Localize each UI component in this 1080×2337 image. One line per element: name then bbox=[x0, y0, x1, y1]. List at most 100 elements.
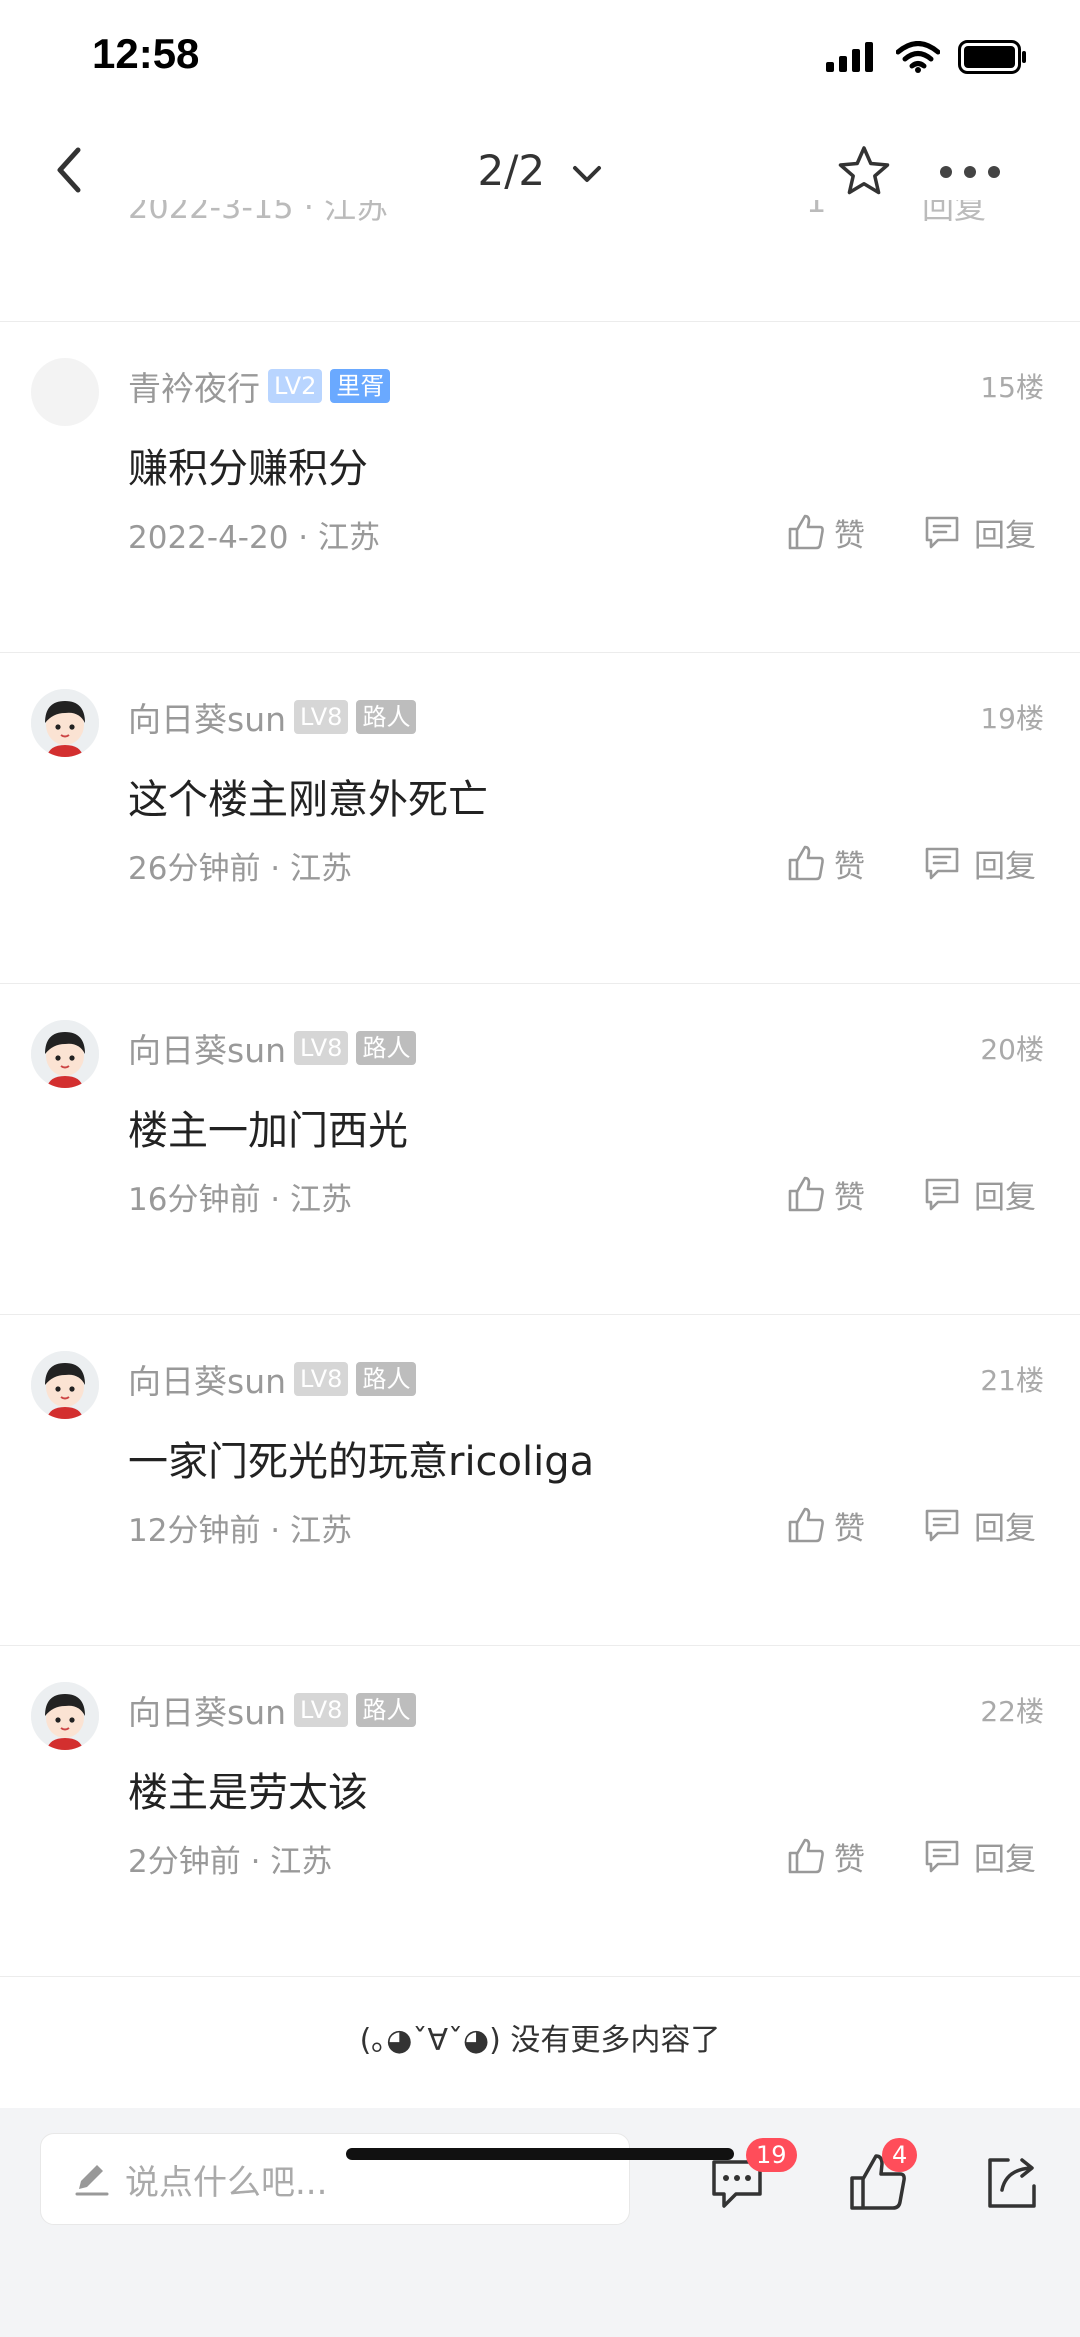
partial-reply-button[interactable]: 回复 bbox=[922, 200, 986, 228]
reply-post: 青衿夜行 LV2 里胥 15楼 赚积分赚积分 2022-4-20 · 江苏 赞 … bbox=[0, 322, 1080, 652]
wifi-icon bbox=[896, 41, 940, 73]
floor-number: 21楼 bbox=[980, 1364, 1044, 1397]
thumbs-up-icon bbox=[788, 1838, 824, 1874]
avatar[interactable] bbox=[31, 1020, 99, 1088]
reply-post: 向日葵sun LV8 路人 20楼 楼主一加门西光 16分钟前 · 江苏 赞 回… bbox=[0, 984, 1080, 1314]
post-meta: 16分钟前 · 江苏 bbox=[128, 1182, 353, 1218]
user-info: 向日葵sun LV8 路人 bbox=[128, 1686, 417, 1734]
thumbs-up-icon bbox=[788, 845, 824, 881]
level-badge: LV2 bbox=[268, 369, 323, 403]
like-label: 赞 bbox=[834, 1510, 865, 1547]
more-options-icon[interactable] bbox=[938, 162, 1002, 182]
post-content: 这个楼主刚意外死亡 bbox=[128, 777, 488, 823]
reply-button[interactable]: 回复 bbox=[922, 1170, 1036, 1218]
avatar-cartoon-boy-icon bbox=[31, 1682, 99, 1750]
post-meta: 26分钟前 · 江苏 bbox=[128, 851, 353, 887]
avatar[interactable] bbox=[31, 1351, 99, 1419]
avatar-cartoon-boy-icon bbox=[31, 689, 99, 757]
avatar[interactable] bbox=[31, 689, 99, 757]
like-label: 赞 bbox=[834, 1841, 865, 1878]
page-indicator: 2/2 bbox=[477, 146, 546, 195]
comments-count-badge: 19 bbox=[746, 2138, 797, 2172]
share-icon[interactable] bbox=[980, 2150, 1044, 2214]
status-bar: 12:58 bbox=[0, 0, 1080, 110]
floor-number: 19楼 bbox=[980, 702, 1044, 735]
username[interactable]: 青衿夜行 bbox=[128, 362, 260, 410]
avatar[interactable] bbox=[31, 1682, 99, 1750]
avatar-cartoon-boy-icon bbox=[31, 1020, 99, 1088]
reply-post: 向日葵sun LV8 路人 19楼 这个楼主刚意外死亡 26分钟前 · 江苏 赞… bbox=[0, 653, 1080, 983]
post-content: 楼主一加门西光 bbox=[128, 1108, 408, 1154]
like-button[interactable]: 赞 bbox=[786, 508, 865, 556]
title-badge: 路人 bbox=[356, 1362, 417, 1396]
like-button[interactable]: 赞 bbox=[786, 839, 865, 887]
reply-button[interactable]: 回复 bbox=[922, 1832, 1036, 1880]
like-button[interactable]: 赞 bbox=[786, 1170, 865, 1218]
thumbs-up-icon bbox=[788, 1176, 824, 1212]
reply-label: 回复 bbox=[974, 517, 1036, 554]
reply-button[interactable]: 回复 bbox=[922, 508, 1036, 556]
status-icons bbox=[826, 40, 1028, 74]
like-label: 赞 bbox=[834, 1179, 865, 1216]
no-more-content-text: (｡◕ˇ∀ˇ◕) 没有更多内容了 bbox=[359, 2023, 721, 2058]
level-badge: LV8 bbox=[294, 1362, 349, 1396]
like-label: 赞 bbox=[834, 517, 865, 554]
likes-count-badge: 4 bbox=[882, 2138, 918, 2172]
comment-icon bbox=[925, 516, 959, 549]
username[interactable]: 向日葵sun bbox=[128, 693, 286, 741]
reply-label: 回复 bbox=[974, 1510, 1036, 1547]
title-badge: 路人 bbox=[356, 1031, 417, 1065]
status-time: 12:58 bbox=[92, 30, 200, 77]
favorite-star-icon[interactable] bbox=[834, 142, 894, 202]
battery-icon bbox=[958, 40, 1026, 74]
like-label: 赞 bbox=[834, 848, 865, 885]
thumbs-up-icon bbox=[788, 1507, 824, 1543]
reply-label: 回复 bbox=[974, 848, 1036, 885]
partial-like-count[interactable]: 1 bbox=[806, 200, 826, 220]
comment-input[interactable]: 说点什么吧... bbox=[40, 2133, 630, 2225]
reply-button[interactable]: 回复 bbox=[922, 839, 1036, 887]
username[interactable]: 向日葵sun bbox=[128, 1355, 286, 1403]
pencil-icon bbox=[75, 2165, 109, 2196]
title-badge: 路人 bbox=[356, 1693, 417, 1727]
user-info: 向日葵sun LV8 路人 bbox=[128, 1024, 417, 1072]
avatar-cartoon-boy-icon bbox=[31, 1351, 99, 1419]
post-content: 楼主是劳太该 bbox=[128, 1770, 368, 1816]
floor-number: 22楼 bbox=[980, 1695, 1044, 1728]
reply-label: 回复 bbox=[974, 1179, 1036, 1216]
thumbs-up-icon bbox=[788, 514, 824, 550]
floor-number: 20楼 bbox=[980, 1033, 1044, 1066]
level-badge: LV8 bbox=[294, 700, 349, 734]
username[interactable]: 向日葵sun bbox=[128, 1686, 286, 1734]
comment-input-placeholder: 说点什么吧... bbox=[125, 2162, 328, 2203]
post-meta: 2分钟前 · 江苏 bbox=[128, 1844, 333, 1880]
page-selector[interactable]: 2/2 bbox=[0, 146, 1080, 195]
level-badge: LV8 bbox=[294, 1031, 349, 1065]
title-badge: 路人 bbox=[356, 700, 417, 734]
reply-post: 向日葵sun LV8 路人 22楼 楼主是劳太该 2分钟前 · 江苏 赞 回复 bbox=[0, 1646, 1080, 1976]
partial-post-footer: 2022-3-15 · 江苏 1 回复 bbox=[0, 200, 1080, 240]
like-button[interactable]: 赞 bbox=[786, 1832, 865, 1880]
post-meta: 2022-4-20 · 江苏 bbox=[128, 520, 380, 556]
comment-icon bbox=[925, 847, 959, 880]
partial-post-meta: 2022-3-15 · 江苏 bbox=[128, 200, 389, 226]
level-badge: LV8 bbox=[294, 1693, 349, 1727]
comment-icon bbox=[925, 1509, 959, 1542]
floor-number: 15楼 bbox=[980, 371, 1044, 404]
comment-icon bbox=[925, 1178, 959, 1211]
post-content: 一家门死光的玩意ricoliga bbox=[128, 1439, 595, 1485]
username[interactable]: 向日葵sun bbox=[128, 1024, 286, 1072]
user-info: 青衿夜行 LV2 里胥 bbox=[128, 362, 391, 410]
divider bbox=[0, 1976, 1080, 1977]
reply-button[interactable]: 回复 bbox=[922, 1501, 1036, 1549]
user-info: 向日葵sun LV8 路人 bbox=[128, 693, 417, 741]
cellular-signal-icon bbox=[826, 42, 873, 72]
reply-post: 向日葵sun LV8 路人 21楼 一家门死光的玩意ricoliga 12分钟前… bbox=[0, 1315, 1080, 1645]
post-content: 赚积分赚积分 bbox=[128, 446, 368, 492]
like-button[interactable]: 赞 bbox=[786, 1501, 865, 1549]
user-info: 向日葵sun LV8 路人 bbox=[128, 1355, 417, 1403]
home-indicator bbox=[346, 2148, 734, 2160]
avatar[interactable] bbox=[31, 358, 99, 426]
title-badge: 里胥 bbox=[330, 369, 391, 403]
bottom-action-bar: 说点什么吧... 19 4 bbox=[0, 2108, 1080, 2337]
